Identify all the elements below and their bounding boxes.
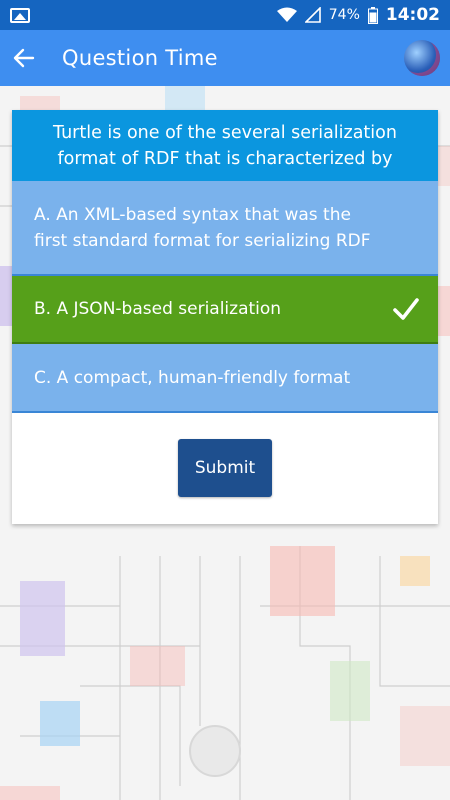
battery-percent: 74% (328, 7, 360, 23)
globe-icon (404, 40, 440, 76)
option-c[interactable]: C. A compact, human-friendly format (12, 344, 438, 413)
option-c-label: C. A compact, human-friendly format (34, 367, 351, 388)
option-b-label: B. A JSON-based serialization (34, 299, 282, 319)
submit-button[interactable]: Submit (178, 439, 272, 497)
option-a[interactable]: A. An XML-based syntax that was the firs… (12, 181, 438, 276)
signal-icon (304, 7, 321, 23)
status-bar: 74% 14:02 (0, 0, 450, 30)
battery-icon (367, 6, 378, 24)
app-bar: Question Time (0, 30, 450, 86)
back-button[interactable] (2, 30, 46, 86)
submit-container: Submit (12, 439, 438, 497)
image-icon (10, 7, 30, 23)
clock: 14:02 (385, 5, 440, 25)
question-text: Turtle is one of the several serializati… (12, 110, 438, 181)
option-a-label: A. An XML-based syntax that was the firs… (34, 204, 371, 251)
checkmark-icon (393, 298, 419, 320)
page-title: Question Time (62, 46, 218, 70)
wifi-icon (276, 7, 297, 22)
option-b[interactable]: B. A JSON-based serialization (12, 276, 438, 344)
back-arrow-icon (13, 48, 35, 68)
quiz-card: Turtle is one of the several serializati… (12, 110, 438, 524)
